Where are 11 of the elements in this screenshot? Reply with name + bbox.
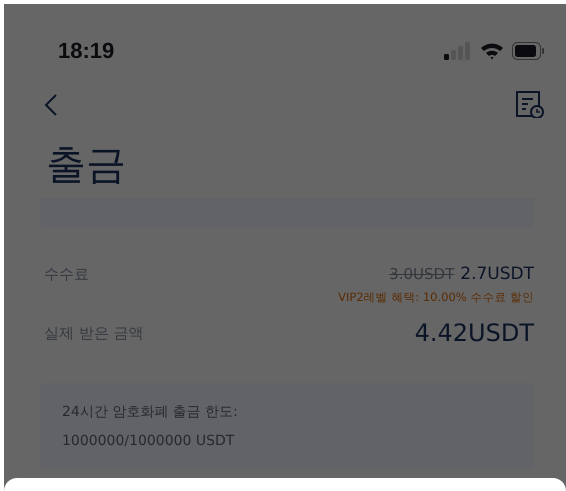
status-time: 18:19 (58, 38, 114, 64)
battery-icon (512, 42, 544, 60)
limit-text: 24시간 암호화폐 출금 한도: (62, 403, 239, 421)
back-button[interactable] (44, 93, 58, 117)
signal-icon (444, 42, 472, 60)
received-amount: 4.42USDT (414, 319, 534, 347)
fee-value: 2.7USDT (460, 264, 534, 284)
history-button[interactable] (516, 91, 544, 119)
wifi-icon (480, 42, 504, 60)
limit-text: 1000000/1000000 USDT (62, 433, 236, 449)
vip-discount-note: VIP2레벨 혜택: 10.00% 수수료 할인 (338, 290, 534, 305)
